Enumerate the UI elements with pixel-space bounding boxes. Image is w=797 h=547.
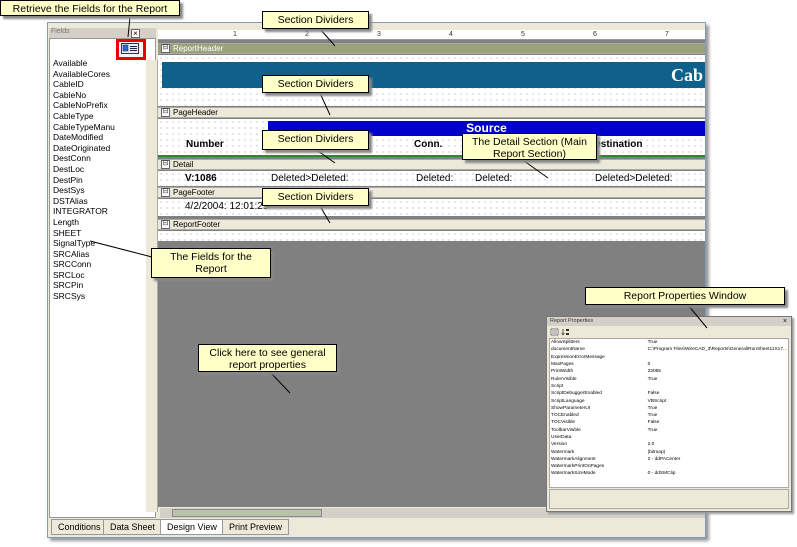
callout-arrows: [89, 16, 708, 394]
callout-retrieve-fields: Retrieve the Fields for the Report: [0, 0, 180, 16]
callout-detail-section: The Detail Section (Main Report Section): [462, 133, 597, 160]
callout-section-dividers: Section Dividers: [262, 188, 369, 206]
callout-general-properties: Click here to see general report propert…: [198, 344, 337, 372]
callout-properties-window: Report Properties Window: [585, 287, 785, 305]
callout-section-dividers: Section Dividers: [262, 130, 369, 150]
callout-section-dividers: Section Dividers: [262, 11, 369, 29]
callout-section-dividers: Section Dividers: [262, 75, 369, 93]
callout-fields-for-report: The Fields for the Report: [151, 248, 271, 278]
